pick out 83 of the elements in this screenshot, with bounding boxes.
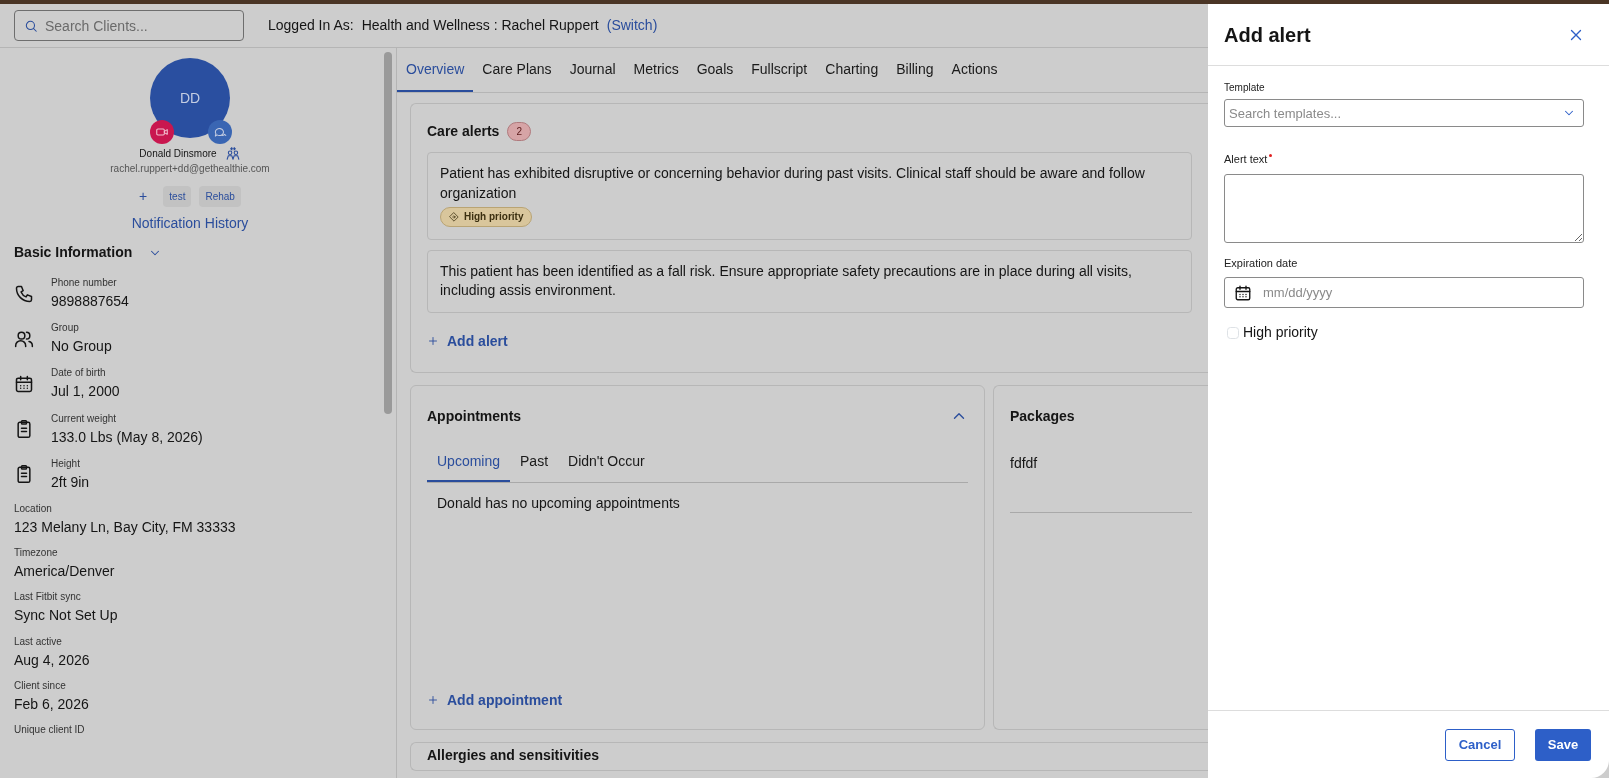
people-icon[interactable]	[224, 146, 241, 161]
logged-in-label: Logged In As:	[268, 16, 354, 35]
field-label: Last active	[14, 635, 63, 648]
tab[interactable]: Journal	[560, 48, 625, 92]
field-value: 123 Melany Ln, Bay City, FM 33333	[14, 517, 237, 537]
scrollbar[interactable]	[384, 52, 392, 414]
field-label: Current weight	[51, 412, 118, 425]
account-name: Health and Wellness : Rachel Ruppert	[361, 16, 599, 35]
diamond-icon	[449, 212, 459, 223]
tab[interactable]: Billing	[887, 48, 943, 92]
client-name: Donald Dinsmore	[139, 147, 217, 161]
count-badge: 2	[507, 122, 531, 141]
tab[interactable]: Charting	[816, 48, 888, 92]
field-value: 133.0 Lbs (May 8, 2026)	[51, 427, 203, 446]
field-value: 9898887654	[51, 292, 129, 311]
field-label: Last Fitbit sync	[14, 591, 82, 604]
tab[interactable]: Goals	[687, 48, 743, 92]
field-label: Expiration date	[1224, 255, 1299, 271]
field-value: 2ft 9in	[51, 472, 90, 491]
tab[interactable]: Care Plans	[473, 48, 561, 92]
search-icon	[24, 18, 38, 33]
clipboard-icon	[14, 419, 34, 440]
switch-link[interactable]: (Switch)	[606, 15, 658, 36]
tag: Rehab	[199, 186, 241, 207]
calendar-icon	[14, 373, 34, 394]
tab[interactable]: Fullscript	[742, 48, 817, 92]
field-label: Height	[51, 457, 81, 470]
template-select[interactable]: Search templates...	[1224, 99, 1584, 127]
field-value: Feb 6, 2026	[14, 694, 90, 713]
card-title: Packages	[1010, 406, 1076, 426]
field-label: Template	[1224, 81, 1266, 95]
section-title: Basic Information	[14, 243, 133, 262]
notification-history-link[interactable]: Notification History	[131, 215, 249, 231]
tab[interactable]: Past	[510, 442, 559, 482]
field-value: Sync Not Set Up	[14, 606, 119, 625]
field-value: No Group	[51, 337, 112, 356]
add-tag-button[interactable]: +	[139, 186, 148, 207]
tag: test	[163, 186, 192, 207]
field-label: Alert text	[1224, 151, 1584, 168]
drawer-title: Add alert	[1224, 22, 1311, 47]
plus-icon	[427, 335, 439, 348]
field-label: Group	[51, 322, 80, 335]
tab[interactable]: Upcoming	[427, 442, 511, 482]
field-value: Aug 4, 2026	[14, 650, 91, 669]
field-value: America/Denver	[14, 562, 116, 581]
avatar: DD	[150, 58, 230, 138]
field-label: Location	[14, 502, 53, 515]
priority-badge: High priority	[440, 207, 533, 228]
field-label: Timezone	[14, 547, 59, 560]
card-title: Allergies and sensitivities	[427, 746, 599, 763]
clipboard-icon	[14, 464, 34, 485]
calendar-icon	[1234, 283, 1252, 302]
field-value: Jul 1, 2000	[51, 382, 120, 401]
video-call-button[interactable]	[150, 120, 174, 144]
plus-icon	[427, 694, 439, 707]
cancel-button[interactable]: Cancel	[1445, 728, 1515, 761]
date-field[interactable]: mm/dd/yyyy	[1224, 277, 1584, 308]
field-label: Date of birth	[51, 367, 107, 380]
tab[interactable]: Overview	[397, 48, 474, 92]
card-title: Care alerts	[427, 122, 500, 141]
card-title: Appointments	[427, 406, 522, 426]
tab[interactable]: Didn't Occur	[558, 442, 655, 482]
phone-icon	[14, 283, 34, 304]
chat-icon	[213, 125, 227, 139]
add-alert-link[interactable]: Add alert	[427, 330, 508, 352]
field-label: Unique client ID	[14, 723, 86, 736]
chat-button[interactable]	[208, 120, 232, 144]
client-email: rachel.ruppert+dd@gethealthie.com	[109, 162, 271, 176]
search-field[interactable]: Search Clients...	[14, 10, 244, 41]
tab[interactable]: Actions	[942, 48, 1007, 92]
field-label: Client since	[14, 679, 67, 692]
tab[interactable]: Metrics	[624, 48, 688, 92]
video-icon	[155, 125, 169, 139]
empty-message: Donald has no upcoming appointments	[436, 493, 681, 513]
field-label: Phone number	[51, 277, 118, 289]
alert-text: Patient has exhibited disruptive or concerning behavior during past visits. Clinical staff should be aware and follow organization	[440, 164, 1146, 203]
alert-text-field[interactable]	[1224, 173, 1584, 243]
alert-text: This patient has been identified as a fall risk. Ensure appropriate safety precautions are in place during all visits, including assis environment.	[440, 261, 1133, 301]
package-name: fdfdf	[1010, 454, 1038, 471]
checkbox[interactable]	[1227, 326, 1239, 339]
add-appointment-link[interactable]: Add appointment	[427, 689, 563, 711]
save-button[interactable]: Save	[1535, 728, 1591, 761]
checkbox-label: High priority	[1243, 323, 1318, 342]
